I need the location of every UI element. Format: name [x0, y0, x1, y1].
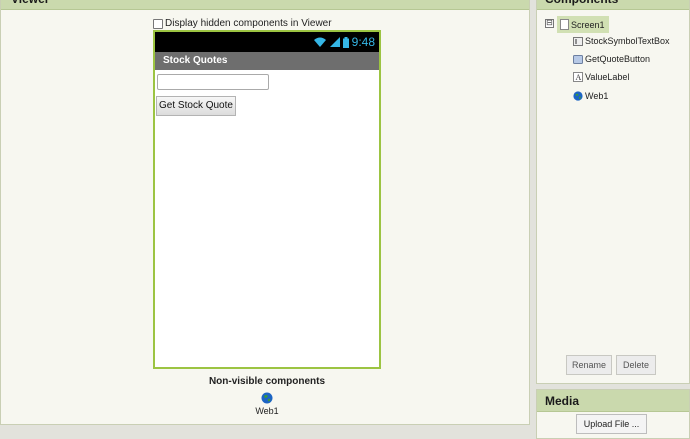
tree-item-getquotebutton[interactable]: GetQuoteButton: [573, 54, 650, 64]
wifi-icon: [313, 37, 326, 47]
tree-collapse-toggle[interactable]: ⊟: [545, 19, 554, 28]
tree-item-label: Web1: [585, 91, 609, 101]
upload-file-button[interactable]: Upload File ...: [576, 414, 647, 434]
tree-item-label: StockSymbolTextBox: [585, 36, 670, 46]
textbox-icon: [573, 36, 583, 46]
nonvisible-components-title: Non-visible components: [208, 376, 326, 387]
display-hidden-checkbox[interactable]: [153, 18, 163, 29]
tree-item-web1[interactable]: Web1: [573, 91, 608, 101]
phone-preview: 9:48 Stock Quotes Get Stock Quote: [153, 30, 381, 369]
rename-button[interactable]: Rename: [566, 355, 612, 375]
screen-icon: [560, 19, 569, 30]
app-title: Stock Quotes: [155, 52, 379, 70]
globe-icon: [573, 91, 583, 101]
status-bar: 9:48: [155, 32, 379, 52]
tree-item-stocksymboltextbox[interactable]: StockSymbolTextBox: [573, 36, 670, 46]
tree-item-label: Screen1: [571, 19, 605, 30]
nonvisible-item-web1: Web1: [255, 406, 279, 416]
tree-item-label: GetQuoteButton: [585, 54, 651, 64]
get-stock-quote-button[interactable]: Get Stock Quote: [156, 96, 236, 116]
display-hidden-label: Display hidden components in Viewer: [165, 18, 332, 29]
svg-text:A: A: [576, 73, 582, 82]
button-icon: [573, 54, 583, 64]
stock-symbol-textbox[interactable]: [157, 74, 269, 90]
web1-globe-icon[interactable]: [261, 392, 273, 404]
viewer-title: Viewer: [1, 0, 529, 10]
status-time: 9:48: [351, 35, 375, 49]
media-title: Media: [537, 390, 689, 412]
components-title: Components: [537, 0, 689, 10]
delete-button[interactable]: Delete: [616, 355, 656, 375]
battery-icon: [342, 36, 349, 48]
tree-item-screen1[interactable]: Screen1: [557, 16, 609, 33]
tree-item-valuelabel[interactable]: A ValueLabel: [573, 72, 629, 82]
signal-icon: [329, 37, 340, 47]
display-hidden-toggle[interactable]: Display hidden components in Viewer: [153, 18, 332, 29]
tree-item-label: ValueLabel: [585, 72, 630, 82]
label-icon: A: [573, 72, 583, 82]
